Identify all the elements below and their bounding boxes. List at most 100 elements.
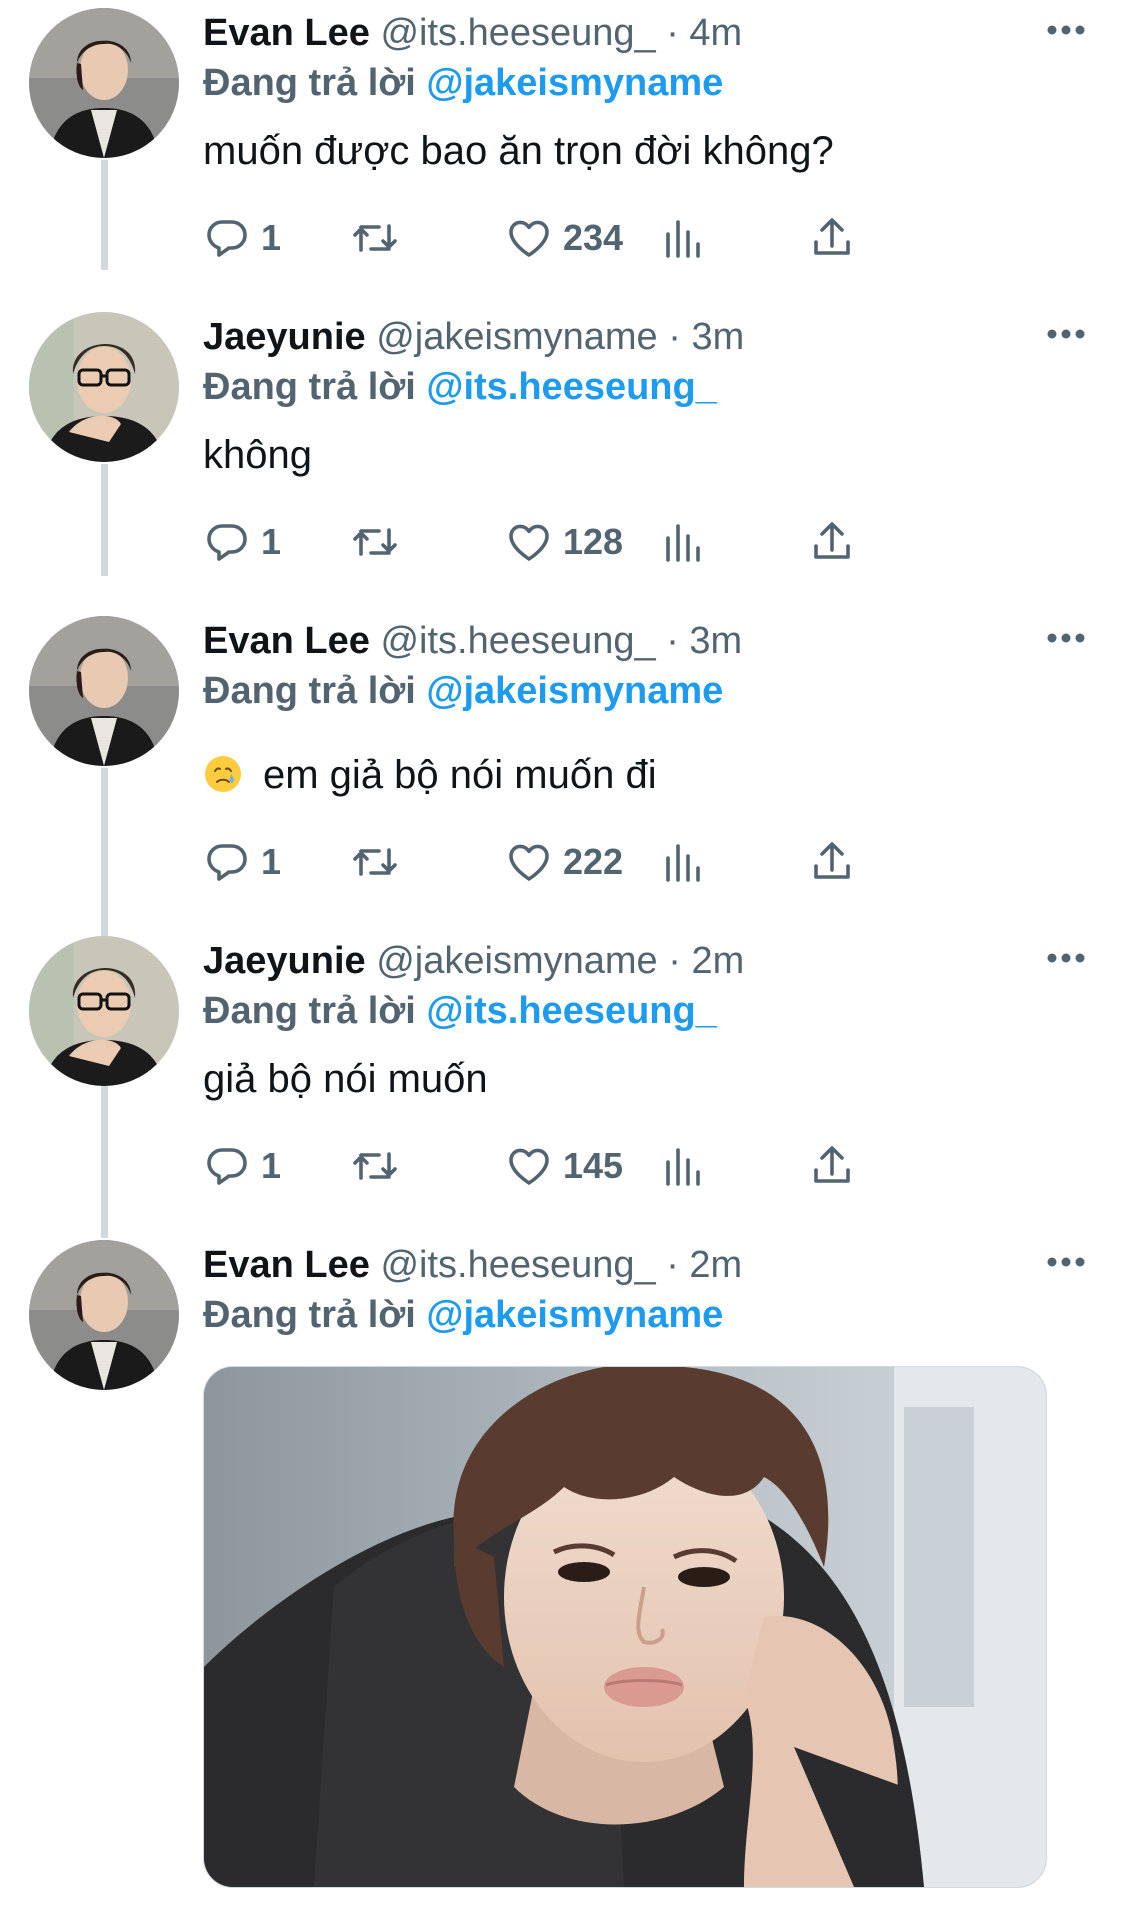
display-name[interactable]: Evan Lee bbox=[203, 12, 370, 54]
retweet-button[interactable] bbox=[351, 1138, 399, 1194]
share-button[interactable] bbox=[808, 210, 856, 266]
retweet-button[interactable] bbox=[351, 210, 399, 266]
reply-count: 1 bbox=[261, 521, 282, 562]
user-handle[interactable]: @its.heeseung_ bbox=[380, 12, 655, 54]
more-icon[interactable] bbox=[1045, 628, 1087, 648]
avatar[interactable] bbox=[29, 312, 179, 462]
user-handle[interactable]: @its.heeseung_ bbox=[380, 620, 655, 662]
share-icon bbox=[814, 1146, 850, 1183]
mention-link[interactable]: @its.heeseung_ bbox=[426, 366, 716, 408]
share-icon bbox=[814, 842, 850, 879]
avatar[interactable] bbox=[29, 616, 179, 766]
like-count: 145 bbox=[563, 1145, 624, 1186]
like-count: 234 bbox=[563, 217, 624, 258]
like-button[interactable]: 234 bbox=[505, 210, 623, 266]
photo-image bbox=[204, 1367, 1046, 1887]
reply-button[interactable]: 1 bbox=[203, 1138, 281, 1194]
action-bar: 1 234 bbox=[203, 210, 1003, 266]
mention-link[interactable]: @jakeismyname bbox=[426, 62, 723, 104]
replying-prefix: Đang trả lời bbox=[203, 990, 416, 1032]
views-button[interactable] bbox=[658, 834, 706, 890]
replying-to: Đang trả lời @jakeismyname bbox=[203, 1292, 723, 1338]
reply-icon bbox=[207, 524, 247, 561]
replying-to: Đang trả lời @jakeismyname bbox=[203, 668, 723, 714]
retweet-button[interactable] bbox=[351, 834, 399, 890]
reply-icon bbox=[207, 220, 247, 257]
avatar[interactable] bbox=[29, 8, 179, 158]
display-name[interactable]: Evan Lee bbox=[203, 620, 370, 662]
display-name[interactable]: Jaeyunie bbox=[203, 316, 366, 358]
separator-dot: · bbox=[666, 12, 679, 54]
replying-to: Đang trả lời @jakeismyname bbox=[203, 60, 723, 106]
tweet-header: Evan Lee @its.heeseung_ · 2m bbox=[203, 1242, 742, 1288]
retweet-icon bbox=[353, 848, 397, 876]
mention-link[interactable]: @jakeismyname bbox=[426, 670, 723, 712]
tweet-text-line: em giả bộ nói muốn đi bbox=[203, 750, 657, 800]
user-handle[interactable]: @jakeismyname bbox=[376, 316, 657, 358]
more-icon[interactable] bbox=[1045, 948, 1087, 968]
timestamp[interactable]: 2m bbox=[691, 940, 744, 982]
analytics-icon bbox=[666, 220, 700, 258]
replying-prefix: Đang trả lời bbox=[203, 1294, 416, 1336]
separator-dot: · bbox=[668, 316, 681, 358]
user-handle[interactable]: @jakeismyname bbox=[376, 940, 657, 982]
views-button[interactable] bbox=[658, 1138, 706, 1194]
mention-link[interactable]: @jakeismyname bbox=[426, 1294, 723, 1336]
reply-count: 1 bbox=[261, 217, 282, 258]
timestamp[interactable]: 2m bbox=[689, 1244, 742, 1286]
retweet-button[interactable] bbox=[351, 514, 399, 570]
like-button[interactable]: 128 bbox=[505, 514, 623, 570]
replying-prefix: Đang trả lời bbox=[203, 62, 416, 104]
timestamp[interactable]: 3m bbox=[691, 316, 744, 358]
avatar[interactable] bbox=[29, 936, 179, 1086]
separator-dot: · bbox=[666, 1244, 679, 1286]
crying-face-emoji-icon bbox=[205, 756, 241, 792]
more-icon[interactable] bbox=[1045, 1252, 1087, 1272]
tweet-header: Jaeyunie @jakeismyname · 2m bbox=[203, 938, 744, 984]
replying-prefix: Đang trả lời bbox=[203, 670, 416, 712]
share-button[interactable] bbox=[808, 1138, 856, 1194]
share-button[interactable] bbox=[808, 514, 856, 570]
tweet-media-photo[interactable] bbox=[203, 1366, 1047, 1888]
share-button[interactable] bbox=[808, 834, 856, 890]
analytics-icon bbox=[666, 524, 700, 562]
user-handle[interactable]: @its.heeseung_ bbox=[380, 1244, 655, 1286]
views-button[interactable] bbox=[658, 514, 706, 570]
tweet-header: Evan Lee @its.heeseung_ · 4m bbox=[203, 10, 742, 56]
tweet-text: giả bộ nói muốn bbox=[203, 1057, 488, 1101]
separator-dot: · bbox=[668, 940, 681, 982]
reply-button[interactable]: 1 bbox=[203, 514, 281, 570]
more-icon[interactable] bbox=[1045, 20, 1087, 40]
tweet[interactable]: Jaeyunie @jakeismyname · 3m Đang trả lời… bbox=[0, 304, 1139, 608]
heart-icon bbox=[509, 524, 549, 561]
display-name[interactable]: Jaeyunie bbox=[203, 940, 366, 982]
tweet[interactable]: Evan Lee @its.heeseung_ · 4m Đang trả lờ… bbox=[0, 0, 1139, 304]
reply-count: 1 bbox=[261, 841, 282, 882]
like-button[interactable]: 145 bbox=[505, 1138, 623, 1194]
retweet-icon bbox=[353, 528, 397, 556]
like-button[interactable]: 222 bbox=[505, 834, 623, 890]
heart-icon bbox=[509, 1148, 549, 1185]
heart-icon bbox=[509, 844, 549, 881]
reply-icon bbox=[207, 1148, 247, 1185]
tweet-header: Evan Lee @its.heeseung_ · 3m bbox=[203, 618, 742, 664]
tweet[interactable]: Jaeyunie @jakeismyname · 2m Đang trả lời… bbox=[0, 928, 1139, 1232]
replying-prefix: Đang trả lời bbox=[203, 366, 416, 408]
display-name[interactable]: Evan Lee bbox=[203, 1244, 370, 1286]
mention-link[interactable]: @its.heeseung_ bbox=[426, 990, 716, 1032]
tweet[interactable]: Evan Lee @its.heeseung_ · 3m Đang trả lờ… bbox=[0, 608, 1139, 928]
reply-count: 1 bbox=[261, 1145, 282, 1186]
more-icon[interactable] bbox=[1045, 324, 1087, 344]
analytics-icon bbox=[666, 1148, 700, 1186]
timestamp[interactable]: 4m bbox=[689, 12, 742, 54]
reply-button[interactable]: 1 bbox=[203, 834, 281, 890]
tweet-text: em giả bộ nói muốn đi bbox=[263, 753, 657, 797]
timestamp[interactable]: 3m bbox=[689, 620, 742, 662]
views-button[interactable] bbox=[658, 210, 706, 266]
action-bar: 1 145 bbox=[203, 1138, 1003, 1194]
separator-dot: · bbox=[666, 620, 679, 662]
action-bar: 1 222 bbox=[203, 834, 1003, 890]
reply-button[interactable]: 1 bbox=[203, 210, 281, 266]
analytics-icon bbox=[666, 844, 700, 882]
avatar[interactable] bbox=[29, 1240, 179, 1390]
